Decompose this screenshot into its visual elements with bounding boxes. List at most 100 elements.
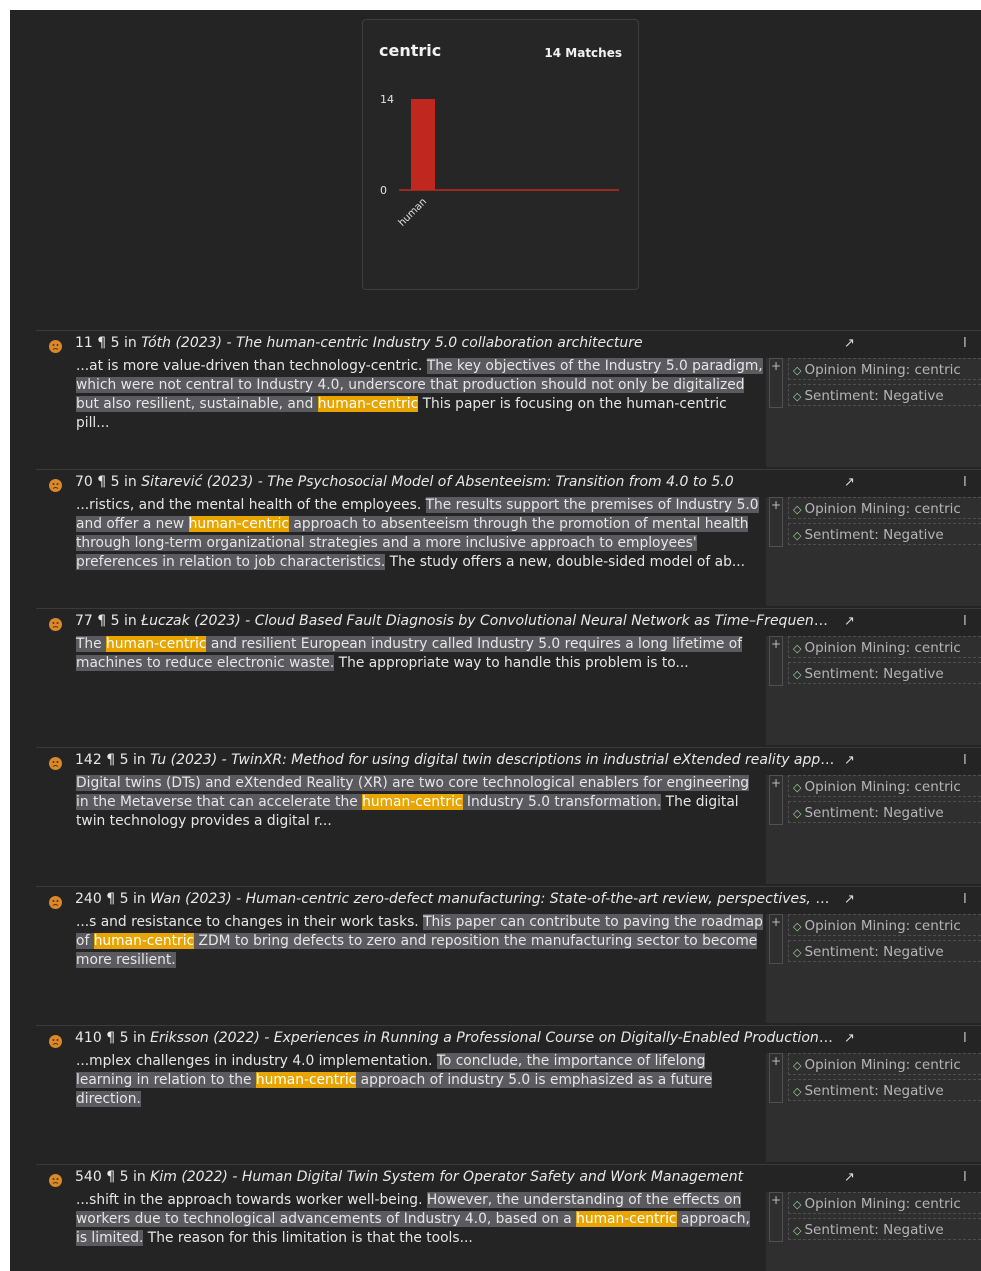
code-label: Opinion Mining: centric bbox=[804, 640, 961, 656]
result-snippet[interactable]: ...mplex challenges in industry 4.0 impl… bbox=[76, 1052, 764, 1109]
column-edge-marker: I bbox=[963, 336, 967, 351]
opinion-mining-tag[interactable]: ◇ Opinion Mining: centric bbox=[788, 358, 981, 380]
context-text: ...ristics, and the mental health of the… bbox=[76, 497, 426, 513]
context-text: The appropriate way to handle this probl… bbox=[334, 655, 689, 671]
doc-number: 11 bbox=[75, 335, 93, 351]
result-header[interactable]: 77 ¶ 5 in Łuczak (2023) - Cloud Based Fa… bbox=[75, 613, 835, 633]
result-item[interactable]: 142 ¶ 5 in Tu (2023) - TwinXR: Method fo… bbox=[10, 747, 981, 886]
opinion-mining-tag[interactable]: ◇ Opinion Mining: centric bbox=[788, 1053, 981, 1075]
in-label: in bbox=[132, 1169, 146, 1185]
column-edge-marker: I bbox=[963, 892, 967, 907]
doc-title: Experiences in Running a Professional Co… bbox=[273, 1030, 835, 1046]
open-document-icon[interactable]: ↗ bbox=[844, 336, 855, 351]
doc-author: Wan (2023) bbox=[150, 891, 232, 907]
code-label: Sentiment: Negative bbox=[804, 1222, 944, 1238]
x-tick-label: human bbox=[397, 196, 429, 228]
result-snippet[interactable]: ...shift in the approach towards worker … bbox=[76, 1191, 764, 1248]
in-label: in bbox=[132, 752, 146, 768]
open-document-icon[interactable]: ↗ bbox=[844, 1170, 855, 1185]
result-item[interactable]: 77 ¶ 5 in Łuczak (2023) - Cloud Based Fa… bbox=[10, 608, 981, 747]
code-diamond-icon: ◇ bbox=[793, 529, 802, 542]
opinion-mining-tag[interactable]: ◇ Opinion Mining: centric bbox=[788, 636, 981, 658]
paragraph-number: 5 bbox=[119, 1030, 129, 1046]
code-diamond-icon: ◇ bbox=[793, 1059, 802, 1072]
doc-author: Tu (2023) bbox=[150, 752, 218, 768]
sentiment-tag[interactable]: ◇ Sentiment: Negative bbox=[788, 801, 981, 823]
result-header[interactable]: 70 ¶ 5 in Sitarević (2023) - The Psychos… bbox=[75, 474, 835, 494]
doc-author: Tóth (2023) bbox=[141, 335, 223, 351]
row-divider bbox=[36, 886, 981, 887]
row-divider bbox=[36, 1025, 981, 1026]
sentiment-tag[interactable]: ◇ Sentiment: Negative bbox=[788, 1218, 981, 1240]
code-label: Opinion Mining: centric bbox=[804, 362, 961, 378]
paragraph-number: 5 bbox=[110, 335, 120, 351]
paragraph-mark: ¶ bbox=[106, 891, 116, 907]
context-text: The study offers a new, double-sided mod… bbox=[385, 554, 745, 570]
code-diamond-icon: ◇ bbox=[793, 781, 802, 794]
open-document-icon[interactable]: ↗ bbox=[844, 614, 855, 629]
paragraph-number: 5 bbox=[119, 1169, 129, 1185]
paragraph-number: 5 bbox=[110, 613, 120, 629]
code-label: Sentiment: Negative bbox=[804, 805, 944, 821]
sentiment-tag[interactable]: ◇ Sentiment: Negative bbox=[788, 1079, 981, 1101]
result-snippet[interactable]: Digital twins (DTs) and eXtended Reality… bbox=[76, 774, 764, 831]
result-header[interactable]: 410 ¶ 5 in Eriksson (2022) - Experiences… bbox=[75, 1030, 835, 1050]
paragraph-number: 5 bbox=[119, 752, 129, 768]
code-label: Sentiment: Negative bbox=[804, 944, 944, 960]
match-highlight: human-centric bbox=[576, 1211, 677, 1227]
doc-author: Eriksson (2022) bbox=[150, 1030, 260, 1046]
doc-title: TwinXR: Method for using digital twin de… bbox=[231, 752, 835, 768]
open-document-icon[interactable]: ↗ bbox=[844, 1031, 855, 1046]
code-diamond-icon: ◇ bbox=[793, 1085, 802, 1098]
sentiment-tag[interactable]: ◇ Sentiment: Negative bbox=[788, 662, 981, 684]
add-code-button[interactable]: + bbox=[769, 1192, 783, 1242]
open-document-icon[interactable]: ↗ bbox=[844, 753, 855, 768]
column-edge-marker: I bbox=[963, 753, 967, 768]
opinion-mining-tag[interactable]: ◇ Opinion Mining: centric bbox=[788, 775, 981, 797]
add-code-button[interactable]: + bbox=[769, 914, 783, 964]
open-document-icon[interactable]: ↗ bbox=[844, 475, 855, 490]
result-snippet[interactable]: The human-centric and resilient European… bbox=[76, 635, 764, 673]
row-divider bbox=[36, 608, 981, 609]
result-header[interactable]: 540 ¶ 5 in Kim (2022) - Human Digital Tw… bbox=[75, 1169, 835, 1189]
in-label: in bbox=[132, 891, 146, 907]
result-header[interactable]: 142 ¶ 5 in Tu (2023) - TwinXR: Method fo… bbox=[75, 752, 835, 772]
coded-text-segment: The bbox=[76, 636, 107, 652]
code-diamond-icon: ◇ bbox=[793, 1198, 802, 1211]
doc-author: Łuczak (2023) bbox=[141, 613, 241, 629]
code-diamond-icon: ◇ bbox=[793, 946, 802, 959]
paragraph-mark: ¶ bbox=[106, 1030, 116, 1046]
bar-human bbox=[411, 99, 435, 190]
sentiment-tag[interactable]: ◇ Sentiment: Negative bbox=[788, 940, 981, 962]
add-code-button[interactable]: + bbox=[769, 775, 783, 825]
result-item[interactable]: 410 ¶ 5 in Eriksson (2022) - Experiences… bbox=[10, 1025, 981, 1164]
result-header[interactable]: 11 ¶ 5 in Tóth (2023) - The human-centri… bbox=[75, 335, 835, 355]
result-item[interactable]: 11 ¶ 5 in Tóth (2023) - The human-centri… bbox=[10, 330, 981, 469]
paragraph-mark: ¶ bbox=[106, 752, 116, 768]
sentiment-face-icon bbox=[49, 896, 62, 909]
paragraph-number: 5 bbox=[119, 891, 129, 907]
add-code-button[interactable]: + bbox=[769, 1053, 783, 1103]
add-code-button[interactable]: + bbox=[769, 358, 783, 408]
sentiment-tag[interactable]: ◇ Sentiment: Negative bbox=[788, 523, 981, 545]
result-item[interactable]: 240 ¶ 5 in Wan (2023) - Human-centric ze… bbox=[10, 886, 981, 1025]
sentiment-tag[interactable]: ◇ Sentiment: Negative bbox=[788, 384, 981, 406]
result-header[interactable]: 240 ¶ 5 in Wan (2023) - Human-centric ze… bbox=[75, 891, 835, 911]
add-code-button[interactable]: + bbox=[769, 497, 783, 547]
sentiment-face-icon bbox=[49, 340, 62, 353]
sentiment-face-icon bbox=[49, 1174, 62, 1187]
result-snippet[interactable]: ...s and resistance to changes in their … bbox=[76, 913, 764, 970]
result-snippet[interactable]: ...at is more value-driven than technolo… bbox=[76, 357, 764, 433]
opinion-mining-tag[interactable]: ◇ Opinion Mining: centric bbox=[788, 1192, 981, 1214]
code-diamond-icon: ◇ bbox=[793, 364, 802, 377]
code-diamond-icon: ◇ bbox=[793, 390, 802, 403]
opinion-mining-tag[interactable]: ◇ Opinion Mining: centric bbox=[788, 914, 981, 936]
result-snippet[interactable]: ...ristics, and the mental health of the… bbox=[76, 496, 764, 572]
add-code-button[interactable]: + bbox=[769, 636, 783, 686]
result-item[interactable]: 540 ¶ 5 in Kim (2022) - Human Digital Tw… bbox=[10, 1164, 981, 1271]
result-item[interactable]: 70 ¶ 5 in Sitarević (2023) - The Psychos… bbox=[10, 469, 981, 608]
open-document-icon[interactable]: ↗ bbox=[844, 892, 855, 907]
chart-card: centric 14 Matches 14 0 human bbox=[362, 19, 639, 290]
code-label: Sentiment: Negative bbox=[804, 666, 944, 682]
opinion-mining-tag[interactable]: ◇ Opinion Mining: centric bbox=[788, 497, 981, 519]
